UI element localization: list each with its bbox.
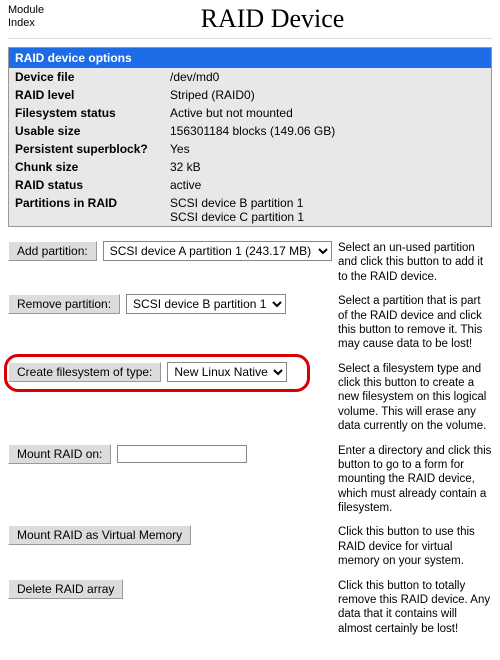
delete-raid-desc: Click this button to totally remove this… <box>338 579 492 637</box>
panel-row-value: SCSI device B partition 1SCSI device C p… <box>170 196 485 224</box>
panel-row-label: Device file <box>15 70 170 84</box>
add-partition-button[interactable]: Add partition: <box>8 241 97 261</box>
mount-directory-input[interactable] <box>117 445 247 463</box>
remove-partition-desc: Select a partition that is part of the R… <box>338 294 492 352</box>
panel-row-label: RAID status <box>15 178 170 192</box>
divider <box>8 38 492 39</box>
create-filesystem-button[interactable]: Create filesystem of type: <box>8 362 161 382</box>
panel-row-value: /dev/md0 <box>170 70 485 84</box>
panel-row: Device file/dev/md0 <box>9 68 491 86</box>
create-filesystem-desc: Select a filesystem type and click this … <box>338 362 492 434</box>
panel-row: Filesystem statusActive but not mounted <box>9 104 491 122</box>
mount-raid-on-desc: Enter a directory and click this button … <box>338 444 492 516</box>
create-filesystem-select[interactable]: New Linux Native <box>167 362 287 382</box>
page-title: RAID Device <box>201 4 345 33</box>
panel-row: RAID levelStriped (RAID0) <box>9 86 491 104</box>
add-partition-select[interactable]: SCSI device A partition 1 (243.17 MB) <box>103 241 332 261</box>
add-partition-desc: Select an un-used partition and click th… <box>338 241 492 284</box>
panel-row-label: Partitions in RAID <box>15 196 170 224</box>
panel-row: RAID statusactive <box>9 176 491 194</box>
panel-row-value: 156301184 blocks (149.06 GB) <box>170 124 485 138</box>
remove-partition-select[interactable]: SCSI device B partition 1 <box>126 294 286 314</box>
module-index-link[interactable]: Module Index <box>8 4 53 30</box>
panel-row-value: Active but not mounted <box>170 106 485 120</box>
mount-raid-on-button[interactable]: Mount RAID on: <box>8 444 111 464</box>
panel-row-label: Filesystem status <box>15 106 170 120</box>
panel-row: Persistent superblock?Yes <box>9 140 491 158</box>
mount-raid-vm-button[interactable]: Mount RAID as Virtual Memory <box>8 525 191 545</box>
delete-raid-button[interactable]: Delete RAID array <box>8 579 123 599</box>
panel-heading: RAID device options <box>9 48 491 68</box>
panel-row: Chunk size32 kB <box>9 158 491 176</box>
remove-partition-button[interactable]: Remove partition: <box>8 294 120 314</box>
mount-raid-vm-desc: Click this button to use this RAID devic… <box>338 525 492 568</box>
panel-row-value: Yes <box>170 142 485 156</box>
panel-row-label: Persistent superblock? <box>15 142 170 156</box>
panel-row: Usable size156301184 blocks (149.06 GB) <box>9 122 491 140</box>
panel-row-value: active <box>170 178 485 192</box>
panel-row-label: Chunk size <box>15 160 170 174</box>
raid-options-panel: RAID device options Device file/dev/md0R… <box>8 47 492 227</box>
panel-row-value: 32 kB <box>170 160 485 174</box>
panel-row-label: RAID level <box>15 88 170 102</box>
panel-row: Partitions in RAIDSCSI device B partitio… <box>9 194 491 226</box>
panel-row-label: Usable size <box>15 124 170 138</box>
panel-row-value: Striped (RAID0) <box>170 88 485 102</box>
